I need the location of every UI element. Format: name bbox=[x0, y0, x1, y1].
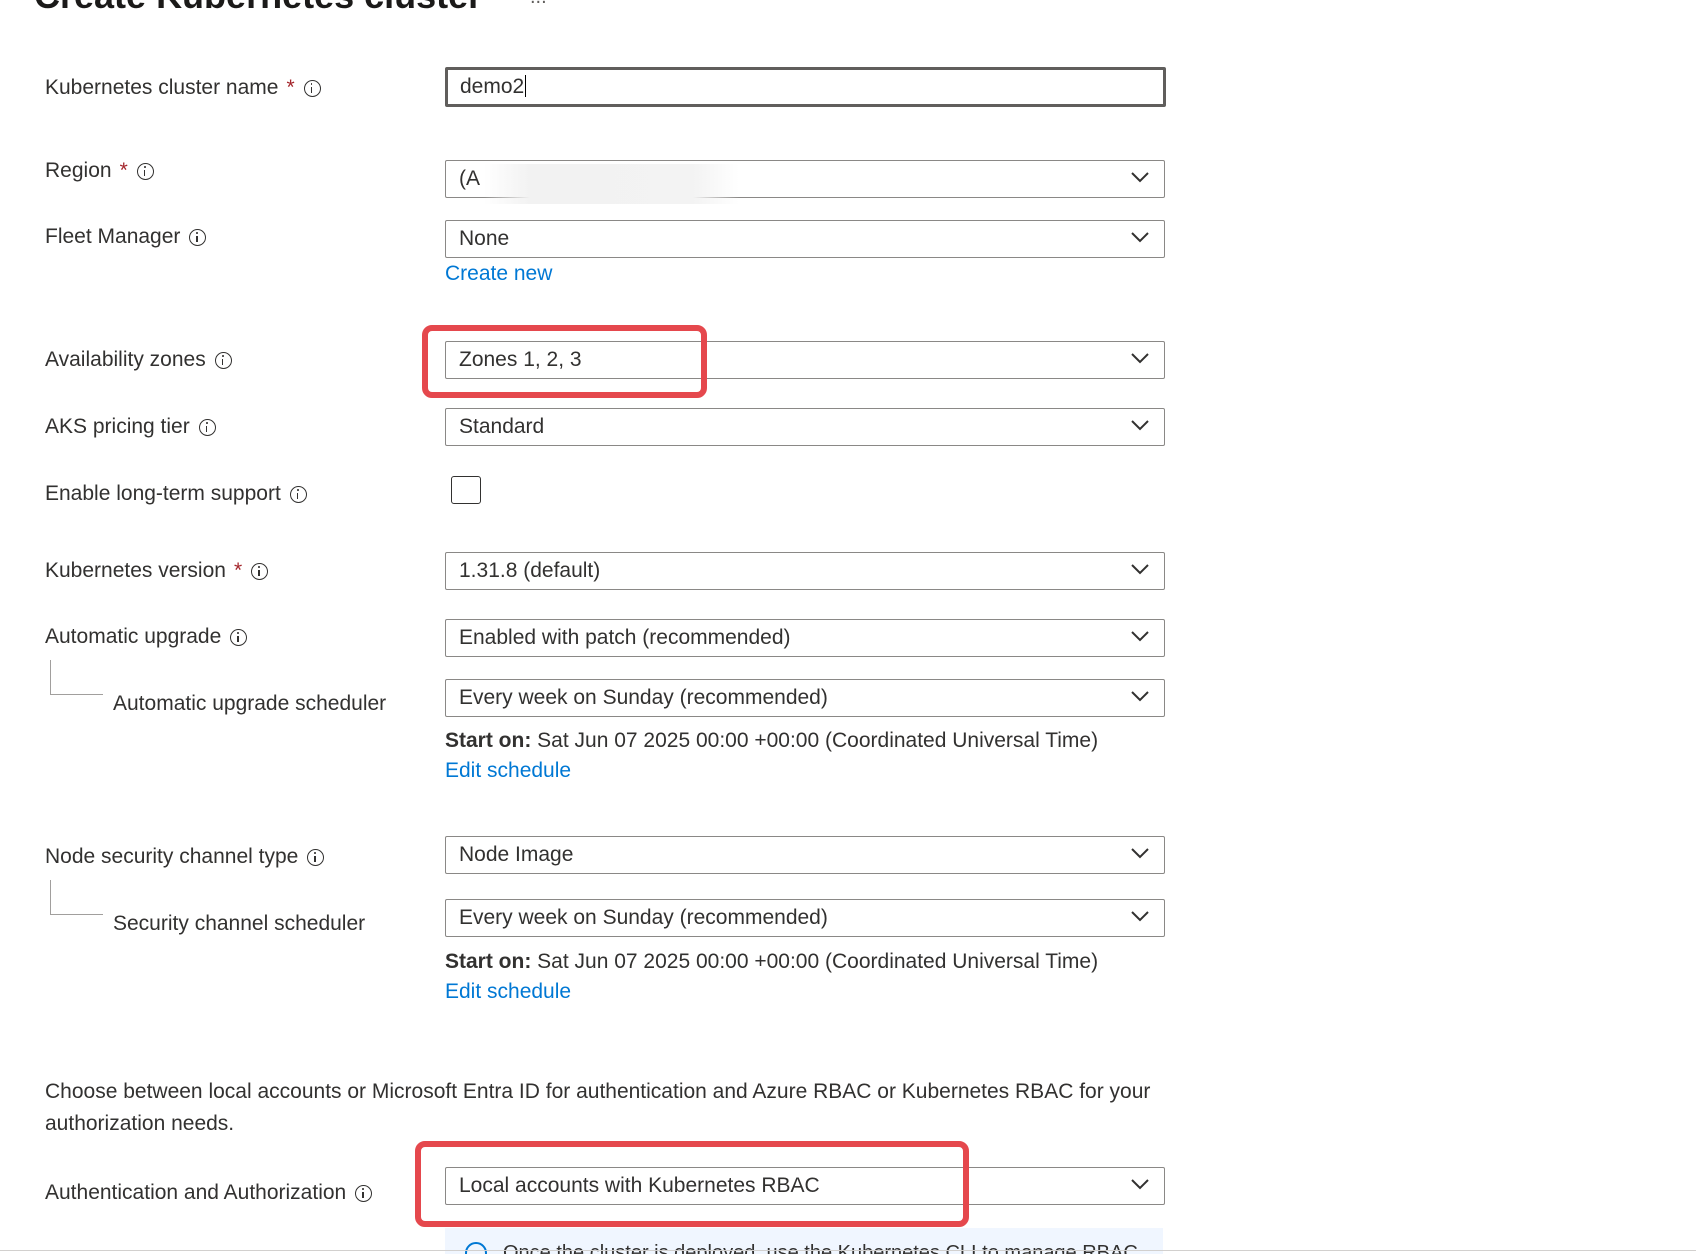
pricing-tier-value: Standard bbox=[459, 415, 545, 438]
chevron-down-icon bbox=[1131, 848, 1149, 859]
more-options-icon[interactable]: ... bbox=[530, 0, 547, 9]
security-scheduler-label: Security channel scheduler bbox=[113, 912, 365, 936]
info-icon[interactable] bbox=[198, 418, 216, 436]
start-on-value: Sat Jun 07 2025 00:00 +00:00 (Coordinate… bbox=[537, 729, 1099, 752]
chevron-down-icon bbox=[1131, 911, 1149, 922]
chevron-down-icon bbox=[1131, 1179, 1149, 1190]
cluster-name-label-text: Kubernetes cluster name bbox=[45, 76, 279, 99]
node-security-channel-label-text: Node security channel type bbox=[45, 845, 299, 868]
long-term-support-label: Enable long-term support bbox=[45, 482, 307, 506]
node-security-channel-select[interactable]: Node Image bbox=[445, 836, 1165, 874]
info-icon[interactable] bbox=[189, 228, 207, 246]
edit-schedule-link[interactable]: Edit schedule bbox=[445, 980, 571, 1004]
required-marker: * bbox=[286, 76, 295, 99]
upgrade-scheduler-label: Automatic upgrade scheduler bbox=[113, 692, 386, 716]
info-icon[interactable] bbox=[289, 485, 307, 503]
tree-connector bbox=[50, 880, 103, 915]
automatic-upgrade-label-text: Automatic upgrade bbox=[45, 625, 222, 648]
authentication-label: Authentication and Authorization bbox=[45, 1181, 373, 1205]
required-marker: * bbox=[233, 559, 243, 582]
chevron-down-icon bbox=[1131, 420, 1149, 431]
chevron-down-icon bbox=[1131, 691, 1149, 702]
region-value: (A bbox=[459, 167, 480, 190]
info-icon[interactable] bbox=[251, 562, 269, 580]
node-security-channel-value: Node Image bbox=[459, 843, 574, 866]
info-icon[interactable] bbox=[214, 351, 232, 369]
start-on-label: Start on: bbox=[445, 950, 532, 973]
automatic-upgrade-select[interactable]: Enabled with patch (recommended) bbox=[445, 619, 1165, 657]
security-scheduler-label-text: Security channel scheduler bbox=[113, 912, 366, 935]
tree-connector bbox=[50, 660, 103, 695]
security-start-on: Start on: Sat Jun 07 2025 00:00 +00:00 (… bbox=[445, 950, 1098, 974]
long-term-support-label-text: Enable long-term support bbox=[45, 482, 281, 505]
info-icon bbox=[465, 1242, 487, 1254]
region-label-text: Region bbox=[45, 159, 112, 182]
info-icon[interactable] bbox=[303, 79, 321, 97]
create-new-link[interactable]: Create new bbox=[445, 262, 552, 286]
upgrade-scheduler-label-text: Automatic upgrade scheduler bbox=[113, 692, 387, 715]
edit-schedule-link[interactable]: Edit schedule bbox=[445, 759, 571, 783]
auth-description: Choose between local accounts or Microso… bbox=[45, 1080, 1151, 1135]
chevron-down-icon bbox=[1131, 232, 1149, 243]
fleet-manager-label-text: Fleet Manager bbox=[45, 225, 181, 248]
k8s-version-label-text: Kubernetes version bbox=[45, 559, 226, 582]
automatic-upgrade-label: Automatic upgrade bbox=[45, 625, 248, 649]
info-banner-text: Once the cluster is deployed, use the Ku… bbox=[503, 1242, 1138, 1254]
pricing-tier-select[interactable]: Standard bbox=[445, 408, 1165, 446]
automatic-upgrade-value: Enabled with patch (recommended) bbox=[459, 626, 791, 649]
fleet-manager-value: None bbox=[459, 227, 510, 250]
region-label: Region * bbox=[45, 159, 154, 183]
chevron-down-icon bbox=[1131, 631, 1149, 642]
upgrade-scheduler-value: Every week on Sunday (recommended) bbox=[459, 686, 828, 709]
start-on-label: Start on: bbox=[445, 729, 532, 752]
info-icon[interactable] bbox=[307, 848, 325, 866]
divider bbox=[0, 1250, 1696, 1251]
k8s-version-select[interactable]: 1.31.8 (default) bbox=[445, 552, 1165, 590]
required-marker: * bbox=[119, 159, 128, 182]
fleet-manager-select[interactable]: None bbox=[445, 220, 1165, 258]
chevron-down-icon bbox=[1131, 564, 1149, 575]
security-scheduler-value: Every week on Sunday (recommended) bbox=[459, 906, 828, 929]
fleet-manager-label: Fleet Manager bbox=[45, 225, 207, 249]
availability-zones-label-text: Availability zones bbox=[45, 348, 206, 371]
cluster-name-label: Kubernetes cluster name * bbox=[45, 76, 321, 100]
upgrade-start-on: Start on: Sat Jun 07 2025 00:00 +00:00 (… bbox=[445, 729, 1098, 753]
start-on-value: Sat Jun 07 2025 00:00 +00:00 (Coordinate… bbox=[537, 950, 1099, 973]
cluster-name-value: demo2 bbox=[460, 75, 527, 98]
info-icon[interactable] bbox=[355, 1184, 373, 1202]
security-scheduler-select[interactable]: Every week on Sunday (recommended) bbox=[445, 899, 1165, 937]
redacted-region-text bbox=[484, 164, 739, 204]
upgrade-scheduler-select[interactable]: Every week on Sunday (recommended) bbox=[445, 679, 1165, 717]
node-security-channel-label: Node security channel type bbox=[45, 845, 325, 869]
annotation-highlight bbox=[422, 325, 707, 398]
pricing-tier-label-text: AKS pricing tier bbox=[45, 415, 190, 438]
k8s-version-label: Kubernetes version * bbox=[45, 559, 269, 583]
info-icon[interactable] bbox=[136, 162, 154, 180]
availability-zones-label: Availability zones bbox=[45, 348, 232, 372]
pricing-tier-label: AKS pricing tier bbox=[45, 415, 216, 439]
authentication-label-text: Authentication and Authorization bbox=[45, 1181, 347, 1204]
cluster-name-input[interactable]: demo2 bbox=[445, 67, 1166, 107]
long-term-support-checkbox[interactable] bbox=[451, 476, 481, 504]
text-caret bbox=[525, 75, 527, 97]
chevron-down-icon bbox=[1131, 353, 1149, 364]
chevron-down-icon bbox=[1131, 172, 1149, 183]
annotation-highlight bbox=[415, 1141, 969, 1227]
page-title: Create Kubernetes cluster bbox=[34, 0, 482, 16]
info-icon[interactable] bbox=[230, 628, 248, 646]
k8s-version-value: 1.31.8 (default) bbox=[459, 559, 601, 582]
